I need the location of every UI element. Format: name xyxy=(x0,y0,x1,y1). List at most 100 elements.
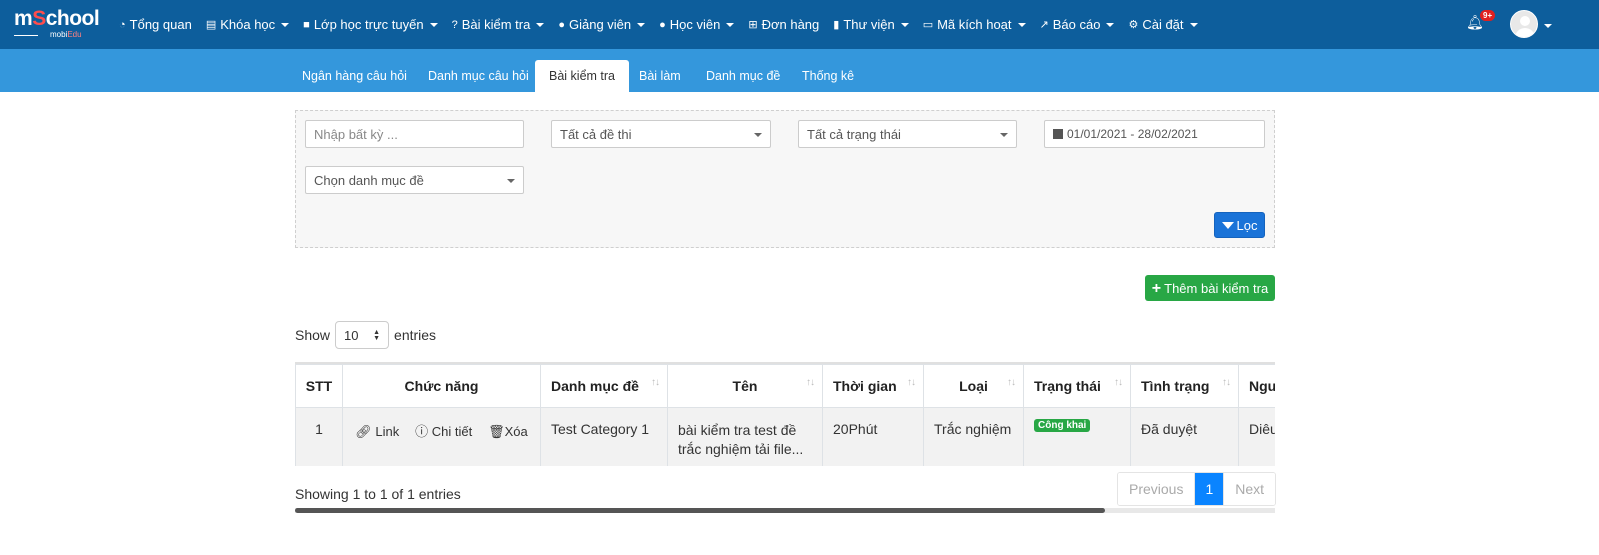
search-input[interactable]: Nhập bất kỳ ... xyxy=(305,120,524,148)
status-badge: Công khai xyxy=(1034,419,1091,432)
date-range-picker[interactable]: 01/01/2021 - 28/02/2021 xyxy=(1044,120,1265,148)
plus-icon: + xyxy=(1151,279,1162,297)
nav-item-tests[interactable]: ? Bài kiểm tra xyxy=(452,17,545,32)
cell-type: Trắc nghiệm xyxy=(923,407,1024,466)
caret-down-icon xyxy=(507,179,515,183)
avatar[interactable] xyxy=(1510,10,1538,38)
info-icon: ⓘ xyxy=(415,424,429,439)
nav-item-library[interactable]: ▮ Thư viện xyxy=(833,17,909,32)
column-header-type[interactable]: Loại ↑↓ xyxy=(923,364,1024,408)
page-button-current[interactable]: 1 xyxy=(1194,473,1224,505)
dashboard-icon: ◔ xyxy=(119,18,126,31)
user-icon: ● xyxy=(659,18,666,31)
nav-item-courses[interactable]: ▤ Khóa học xyxy=(205,17,290,32)
column-header-category[interactable]: Danh mục đề ↑↓ xyxy=(540,364,668,408)
nav-item-teachers[interactable]: ● Giảng viên xyxy=(558,17,646,32)
chart-icon: ↗ xyxy=(1039,19,1049,31)
sort-icon: ↑↓ xyxy=(651,377,660,388)
caret-down-icon xyxy=(1106,22,1115,27)
card-icon: ▭ xyxy=(922,19,934,31)
table-header-row: STT Chức năng Danh mục đề ↑↓ Tên ↑↓ Thời g… xyxy=(295,364,1275,408)
pagination: Previous 1 Next xyxy=(1117,472,1277,506)
status-select[interactable]: Tất cả trạng thái xyxy=(798,120,1017,148)
sort-icon: ↑↓ xyxy=(806,377,815,388)
category-select[interactable]: Chọn danh mục đề xyxy=(305,166,524,194)
tab-tests[interactable]: Bài kiểm tra xyxy=(535,60,629,92)
caret-down-icon[interactable] xyxy=(1544,24,1552,28)
users-icon: ● xyxy=(558,18,565,31)
updown-icon: ▲ ▼ xyxy=(373,329,381,342)
caret-down-icon xyxy=(281,22,290,27)
nav-item-orders[interactable]: ⊞ Đơn hàng xyxy=(748,17,819,32)
sub-tabs-bar: Ngân hàng câu hỏi Danh mục câu hỏi Bài k… xyxy=(0,49,1599,92)
top-navbar: mSchool mobiEdu ◔ Tổng quan ▤ Khóa học ■ Lớ… xyxy=(0,0,1599,49)
nav-item-overview[interactable]: ◔ Tổng quan xyxy=(119,17,192,32)
calendar-icon xyxy=(1053,129,1063,139)
tab-submissions[interactable]: Bài làm xyxy=(625,60,695,92)
link-icon: 🔗︎ xyxy=(355,424,372,439)
nav-item-settings[interactable]: ⚙ Cài đặt xyxy=(1128,17,1198,32)
list-icon: ▤ xyxy=(205,19,217,31)
sort-icon: ↑↓ xyxy=(1007,377,1016,388)
book-icon: ▮ xyxy=(833,19,840,31)
column-header-stt[interactable]: STT xyxy=(295,364,343,408)
tab-statistics[interactable]: Thống kê xyxy=(788,60,868,92)
trash-icon: 🗑︎ xyxy=(488,424,505,439)
link-action[interactable]: 🔗︎ Link xyxy=(355,424,399,439)
column-header-creator[interactable]: Ngư xyxy=(1238,364,1275,408)
table-row: 1 🔗︎ Link ⓘ Chi tiết 🗑︎Xóa Test Category… xyxy=(295,407,1275,466)
question-icon: ? xyxy=(451,18,458,31)
caret-down-icon xyxy=(900,22,909,27)
tests-table: STT Chức năng Danh mục đề ↑↓ Tên ↑↓ Thời g… xyxy=(295,362,1275,466)
cart-icon: ⊞ xyxy=(748,19,758,31)
main-nav: ◔ Tổng quan ▤ Khóa học ■ Lớp học trực tuyến… xyxy=(119,0,1212,49)
video-icon: ■ xyxy=(303,18,310,31)
add-test-button[interactable]: + Thêm bài kiểm tra xyxy=(1145,275,1275,301)
cell-name: bài kiểm tra test đề trắc nghiệm tải file… xyxy=(667,407,823,466)
cell-time: 20Phút xyxy=(822,407,924,466)
cell-category: Test Category 1 xyxy=(540,407,668,466)
caret-down-icon xyxy=(726,22,735,27)
cell-stt: 1 xyxy=(295,407,343,466)
sort-icon: ↑↓ xyxy=(907,377,916,388)
cell-creator: Diêu xyxy=(1238,407,1275,466)
mschool-logo[interactable]: mSchool mobiEdu xyxy=(14,8,104,40)
sort-icon: ↑↓ xyxy=(1222,377,1231,388)
column-header-actions: Chức năng xyxy=(342,364,541,408)
column-header-condition[interactable]: Tình trạng ↑↓ xyxy=(1130,364,1239,408)
cell-status: Công khai xyxy=(1023,407,1131,466)
caret-down-icon xyxy=(536,22,545,27)
tab-question-categories[interactable]: Danh mục câu hỏi xyxy=(414,60,543,92)
table-info: Showing 1 to 1 of 1 entries xyxy=(295,486,461,502)
cell-actions: 🔗︎ Link ⓘ Chi tiết 🗑︎Xóa xyxy=(342,407,541,466)
caret-down-icon xyxy=(1000,133,1008,137)
caret-down-icon xyxy=(637,22,646,27)
nav-item-students[interactable]: ● Học viên xyxy=(659,17,735,32)
column-header-status[interactable]: Trạng thái ↑↓ xyxy=(1023,364,1131,408)
previous-button[interactable]: Previous xyxy=(1118,473,1195,505)
caret-down-icon xyxy=(429,22,438,27)
nav-item-activation-codes[interactable]: ▭ Mã kích hoạt xyxy=(923,17,1026,32)
nav-item-online-classes[interactable]: ■ Lớp học trực tuyến xyxy=(303,17,438,32)
exam-select[interactable]: Tất cả đề thi xyxy=(551,120,771,148)
column-header-name[interactable]: Tên ↑↓ xyxy=(667,364,823,408)
caret-down-icon xyxy=(1189,22,1198,27)
caret-down-icon xyxy=(1017,22,1026,27)
filter-icon xyxy=(1221,221,1234,229)
column-header-time[interactable]: Thời gian ↑↓ xyxy=(822,364,924,408)
tab-exam-categories[interactable]: Danh mục đề xyxy=(692,60,794,92)
cell-condition: Đã duyệt xyxy=(1130,407,1239,466)
nav-item-reports[interactable]: ↗ Báo cáo xyxy=(1040,17,1115,32)
delete-action[interactable]: 🗑︎Xóa xyxy=(488,424,528,439)
page-length-select[interactable]: 10 ▲ ▼ xyxy=(335,321,390,349)
detail-action[interactable]: ⓘ Chi tiết xyxy=(415,424,472,439)
tab-question-bank[interactable]: Ngân hàng câu hỏi xyxy=(288,60,421,92)
sort-icon: ↑↓ xyxy=(1114,377,1123,388)
caret-down-icon xyxy=(754,133,762,137)
notification-badge: 9+ xyxy=(1480,10,1496,21)
next-button[interactable]: Next xyxy=(1223,473,1276,505)
scrollbar-thumb[interactable] xyxy=(295,508,1105,513)
gears-icon: ⚙ xyxy=(1128,19,1139,31)
filter-button[interactable]: Lọc xyxy=(1214,212,1265,238)
page-length-control: Show 10 ▲ ▼ entries xyxy=(295,321,436,349)
